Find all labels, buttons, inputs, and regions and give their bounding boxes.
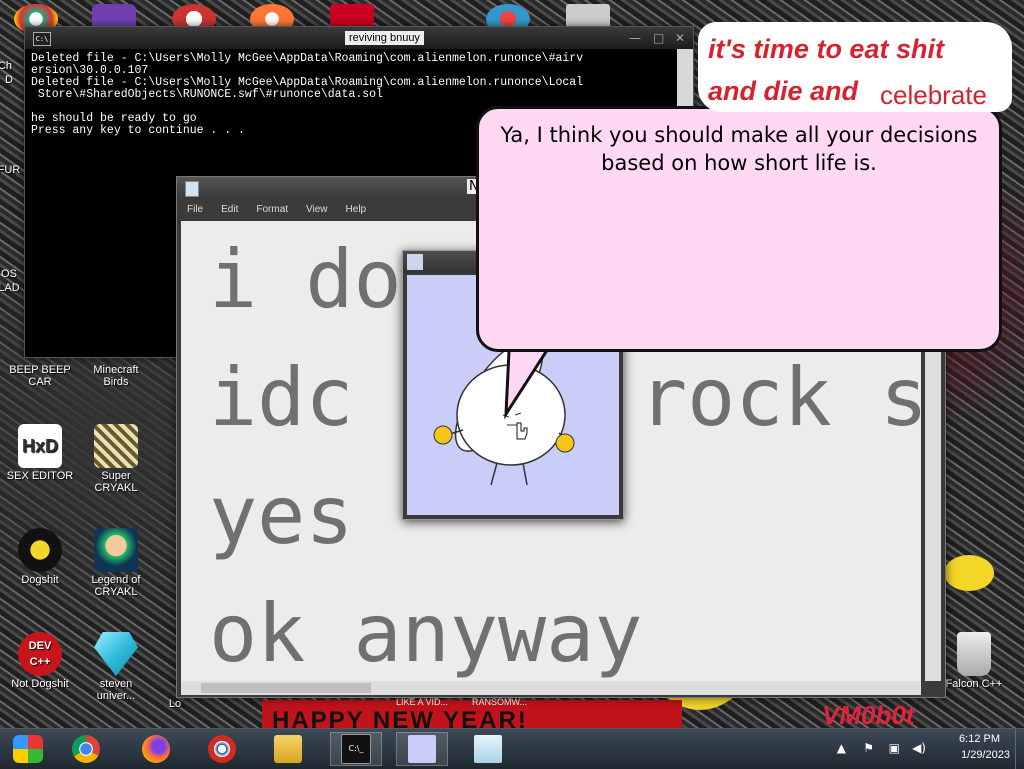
desktop-icon-label-partial: Lo [168, 698, 182, 710]
menu-file[interactable]: File [187, 204, 203, 215]
menu-help[interactable]: Help [346, 204, 367, 215]
cpp-ide-icon [18, 528, 62, 572]
taskbar-app[interactable] [196, 732, 248, 766]
desktop-icon-legend-of-cryakl[interactable]: Legend of CRYAKL [80, 528, 152, 598]
recycle-bin-icon [957, 632, 991, 676]
taskbar-explorer[interactable] [262, 732, 314, 766]
start-icon [13, 735, 43, 763]
desktop-icon-label: Legend of CRYAKL [91, 574, 141, 598]
menu-view[interactable]: View [306, 204, 328, 215]
caption-line: it's time to eat shit [708, 34, 944, 64]
firefox-icon [142, 735, 170, 763]
close-icon[interactable]: ✕ [675, 31, 685, 45]
desktop-icon-sex-editor[interactable]: HxD SEX EDITOR [4, 424, 76, 482]
wallpaper-logo: VM0b0t [822, 700, 915, 730]
desktop-icon-dogshit[interactable]: Dogshit [4, 528, 76, 586]
minimize-icon[interactable]: — [629, 31, 641, 45]
desktop-icon-label: Not Dogshit [11, 678, 69, 690]
bunny-leg [490, 462, 498, 486]
show-hidden-icons-icon[interactable]: ▲ [837, 741, 846, 755]
gem-icon [94, 632, 138, 676]
console-title: reviving bnuuy [345, 31, 424, 45]
notepad-icon [185, 181, 199, 197]
bunny-icon [408, 735, 436, 763]
console-icon: C:\ [33, 32, 51, 46]
start-button[interactable] [2, 732, 54, 766]
desktop-icon-label: Super CRYAKL [94, 470, 138, 494]
speech-bubble: Ya, I think you should make all your dec… [476, 106, 1002, 352]
bunny-hand [555, 433, 575, 453]
network-icon[interactable]: ▣ [889, 741, 900, 755]
pixel-art-icon [94, 424, 138, 468]
desktop-icon-label: Dogshit [21, 574, 59, 586]
bunny-leg [522, 462, 528, 486]
desktop-icon-falcon-cpp[interactable]: Falcon C++ [938, 632, 1010, 690]
strip-label: LIKE A VID... [396, 697, 449, 707]
clock-time[interactable]: 6:12 PM [959, 733, 1000, 745]
taskbar-console[interactable]: C:\_ [330, 732, 382, 766]
taskbar-firefox[interactable] [130, 732, 182, 766]
caption-line: celebrate [880, 80, 987, 110]
maximize-icon[interactable]: □ [653, 31, 664, 45]
horizontal-scrollbar[interactable] [181, 681, 921, 695]
taskbar: C:\_ ▲ ⚑ ▣ ◀) 6:12 PM 1/29/2023 [0, 728, 1024, 769]
notepad-icon [474, 735, 502, 763]
scrollbar-thumb[interactable] [201, 683, 371, 693]
desktop-icon-not-dogshit[interactable]: DEV C++ Not Dogshit [4, 632, 76, 690]
desktop-icon-label: steven univer... [96, 678, 136, 702]
strip-label: RANSOMW... [472, 697, 528, 707]
text-line: ok anyway [209, 587, 643, 680]
character-icon [94, 528, 138, 572]
console-titlebar[interactable]: C:\ reviving bnuuy — □ ✕ [25, 27, 693, 49]
desktop-icon-label: SEX EDITOR [6, 470, 74, 482]
taskbar-notepad[interactable] [462, 732, 514, 766]
show-desktop-button[interactable] [1015, 729, 1024, 769]
bunny-icon [407, 254, 423, 270]
folder-icon [274, 735, 302, 763]
desktop-icon-label: BEEP BEEP CAR [9, 364, 71, 388]
caption-line: and die and [708, 76, 859, 106]
desktop-icon-steven-universe[interactable]: steven univer... [80, 632, 152, 702]
desktop-icon-label: Minecraft Birds [93, 364, 139, 388]
desktop-icon-super-cryakl[interactable]: Super CRYAKL [80, 424, 152, 494]
hxd-icon: HxD [18, 424, 62, 468]
volume-icon[interactable]: ◀) [912, 741, 926, 755]
wallpaper-decoration [944, 555, 994, 591]
desktop-icon-beep-beep-car[interactable]: BEEP BEEP CAR [4, 364, 76, 388]
flag-icon[interactable]: ⚑ [863, 741, 874, 755]
speech-bubble-text: Ya, I think you should make all your dec… [500, 123, 978, 175]
app-icon [208, 735, 236, 763]
menu-edit[interactable]: Edit [221, 204, 238, 215]
text-line-fragment: rock s [639, 351, 921, 444]
bunny-hand [433, 425, 453, 445]
desktop-icon-minecraft-birds[interactable]: Minecraft Birds [80, 364, 152, 388]
dev-cpp-icon: DEV C++ [18, 632, 62, 676]
clock-date[interactable]: 1/29/2023 [961, 749, 1010, 761]
chrome-icon [72, 735, 100, 763]
taskbar-chrome[interactable] [60, 732, 112, 766]
console-icon: C:\_ [341, 734, 371, 764]
taskbar-bunny[interactable] [396, 732, 448, 766]
desktop-icon-label: Falcon C++ [945, 678, 1003, 690]
menu-format[interactable]: Format [256, 204, 288, 215]
